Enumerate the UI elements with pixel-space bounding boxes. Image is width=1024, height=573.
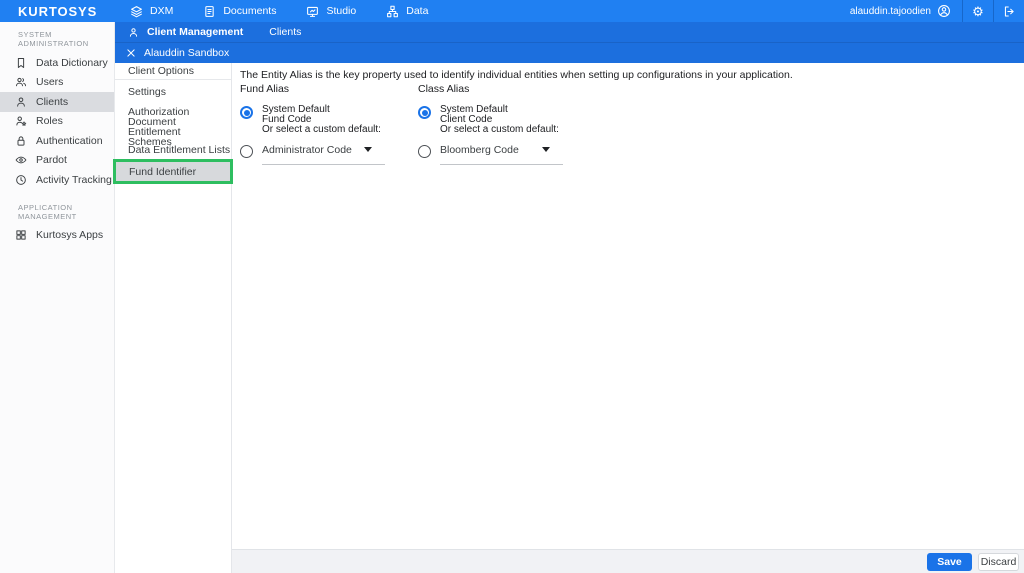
menu-item-label: Document Entitlement Schemes: [128, 115, 181, 148]
sidebar-item-activity-tracking[interactable]: Activity Tracking: [0, 170, 114, 190]
alias-columns: Fund Alias System Default Fund Code Or s…: [240, 81, 1024, 165]
sidebar-item-label: Clients: [36, 95, 69, 108]
app-shell: SYSTEM ADMINISTRATION Data Dictionary Us…: [0, 22, 1024, 573]
menu-item-data-entitlement-lists[interactable]: Data Entitlement Lists: [115, 142, 231, 160]
menu-item-settings[interactable]: Settings: [115, 81, 231, 102]
class-custom-select[interactable]: Bloomberg Code: [440, 144, 563, 165]
sidebar-item-label: Activity Tracking: [36, 173, 112, 186]
chevron-down-icon: [542, 147, 550, 152]
nav-item-data[interactable]: Data: [386, 5, 428, 18]
class-alias-label: Class Alias: [418, 83, 470, 95]
sidebar-item-users[interactable]: Users: [0, 73, 114, 93]
option-line: Or select a custom default:: [262, 124, 381, 135]
logout-icon: [1003, 5, 1016, 18]
account-circle-icon: [937, 4, 951, 18]
sidebar-section-header: APPLICATION MANAGEMENT: [18, 202, 77, 221]
username: alauddin.tajoodien: [849, 5, 931, 17]
sidebar-section-header: SYSTEM ADMINISTRATION: [18, 30, 89, 48]
fund-system-default-option: System Default Fund Code Or select a cus…: [240, 105, 418, 135]
primary-nav: DXM Documents Studio Data: [130, 5, 428, 18]
main-content: The Entity Alias is the key property use…: [232, 63, 1024, 573]
class-custom-value: Bloomberg Code: [440, 144, 519, 156]
tab-clients[interactable]: Clients: [269, 26, 301, 38]
bookmark-icon: [15, 57, 27, 69]
users-icon: [15, 76, 27, 88]
fund-custom-option: Administrator Code: [240, 144, 418, 165]
discard-button[interactable]: Discard: [978, 552, 1019, 571]
action-footer: Save Discard: [232, 549, 1024, 573]
class-system-default-option: System Default Client Code Or select a c…: [418, 105, 563, 135]
nav-label: DXM: [150, 5, 174, 17]
sidebar-item-clients[interactable]: Clients: [0, 92, 114, 112]
lock-icon: [15, 135, 27, 147]
sidebar-item-label: Pardot: [36, 154, 67, 167]
entity-alias-description: The Entity Alias is the key property use…: [240, 69, 793, 81]
grid-icon: [15, 229, 27, 241]
settings-button[interactable]: ⚙: [963, 0, 993, 22]
sidebar-item-label: Kurtosys Apps: [36, 229, 104, 242]
fund-custom-select[interactable]: Administrator Code: [262, 144, 385, 165]
class-system-default-labels: System Default Client Code Or select a c…: [440, 105, 559, 135]
breadcrumb-client-management[interactable]: Client Management: [128, 26, 243, 38]
person-icon: [15, 96, 27, 108]
chevron-down-icon: [364, 147, 372, 152]
menu-item-document-entitlement-schemes[interactable]: Document Entitlement Schemes: [115, 116, 231, 147]
eye-icon: [15, 154, 27, 166]
class-system-default-radio[interactable]: [418, 106, 431, 119]
right-column: Client Management Clients Alauddin Sandb…: [113, 22, 1024, 573]
menu-item-fund-identifier[interactable]: Fund Identifier: [116, 162, 230, 181]
layers-icon: [130, 5, 143, 18]
top-navigation-bar: KURTOSYS DXM Documents Studio Data alaud…: [0, 0, 1024, 22]
context-bar: Alauddin Sandbox: [115, 43, 1024, 63]
fund-custom-value: Administrator Code: [262, 144, 352, 156]
sitemap-icon: [386, 5, 399, 18]
class-custom-option: Bloomberg Code: [418, 144, 563, 165]
nav-label: Data: [406, 5, 429, 17]
studio-icon: [306, 5, 319, 18]
breadcrumb-section-label: Client Management: [147, 26, 244, 38]
class-alias-section: Class Alias System Default Client Code O…: [418, 81, 563, 165]
logout-button[interactable]: [994, 0, 1024, 22]
breadcrumb-bar: Client Management Clients: [115, 22, 1024, 43]
sidebar-item-label: Data Dictionary: [36, 56, 108, 69]
fund-alias-label: Fund Alias: [240, 83, 290, 95]
fund-custom-radio[interactable]: [240, 145, 253, 158]
nav-label: Documents: [223, 5, 277, 17]
topbar-right: alauddin.tajoodien ⚙: [839, 0, 1024, 22]
fund-alias-section: Fund Alias System Default Fund Code Or s…: [240, 81, 418, 165]
nav-label: Studio: [326, 5, 357, 17]
client-options-header: Client Options: [115, 63, 231, 80]
user-menu[interactable]: alauddin.tajoodien: [839, 0, 962, 22]
sidebar-item-roles[interactable]: Roles: [0, 112, 114, 132]
sidebar-item-label: Roles: [36, 115, 63, 128]
sandbox-title: Alauddin Sandbox: [144, 47, 230, 59]
close-icon: [126, 48, 136, 58]
workspace: Client Options Settings Authorization Do…: [113, 63, 1024, 573]
role-icon: [15, 115, 27, 127]
app-window: KURTOSYS DXM Documents Studio Data alaud…: [0, 0, 1024, 573]
fund-system-default-labels: System Default Fund Code Or select a cus…: [262, 105, 381, 135]
highlight-annotation: Fund Identifier: [113, 159, 233, 184]
document-icon: [203, 5, 216, 18]
option-line: Or select a custom default:: [440, 124, 559, 135]
fund-system-default-radio[interactable]: [240, 106, 253, 119]
sidebar-item-kurtosys-apps[interactable]: Kurtosys Apps: [0, 226, 114, 246]
nav-item-studio[interactable]: Studio: [306, 5, 356, 18]
nav-item-documents[interactable]: Documents: [203, 5, 276, 18]
gear-icon: ⚙: [972, 3, 984, 19]
save-button[interactable]: Save: [927, 552, 972, 571]
admin-sidebar: SYSTEM ADMINISTRATION Data Dictionary Us…: [0, 22, 115, 573]
sidebar-item-label: Authentication: [36, 134, 103, 147]
nav-item-dxm[interactable]: DXM: [130, 5, 173, 18]
class-custom-radio[interactable]: [418, 145, 431, 158]
sidebar-item-pardot[interactable]: Pardot: [0, 151, 114, 171]
sidebar-item-data-dictionary[interactable]: Data Dictionary: [0, 53, 114, 73]
sidebar-item-authentication[interactable]: Authentication: [0, 131, 114, 151]
clock-icon: [15, 174, 27, 186]
close-sandbox-button[interactable]: [126, 48, 136, 58]
person-icon: [128, 27, 139, 38]
client-options-menu: Client Options Settings Authorization Do…: [113, 63, 233, 573]
sidebar-item-label: Users: [36, 76, 64, 89]
kurtosys-logo[interactable]: KURTOSYS: [18, 4, 110, 19]
